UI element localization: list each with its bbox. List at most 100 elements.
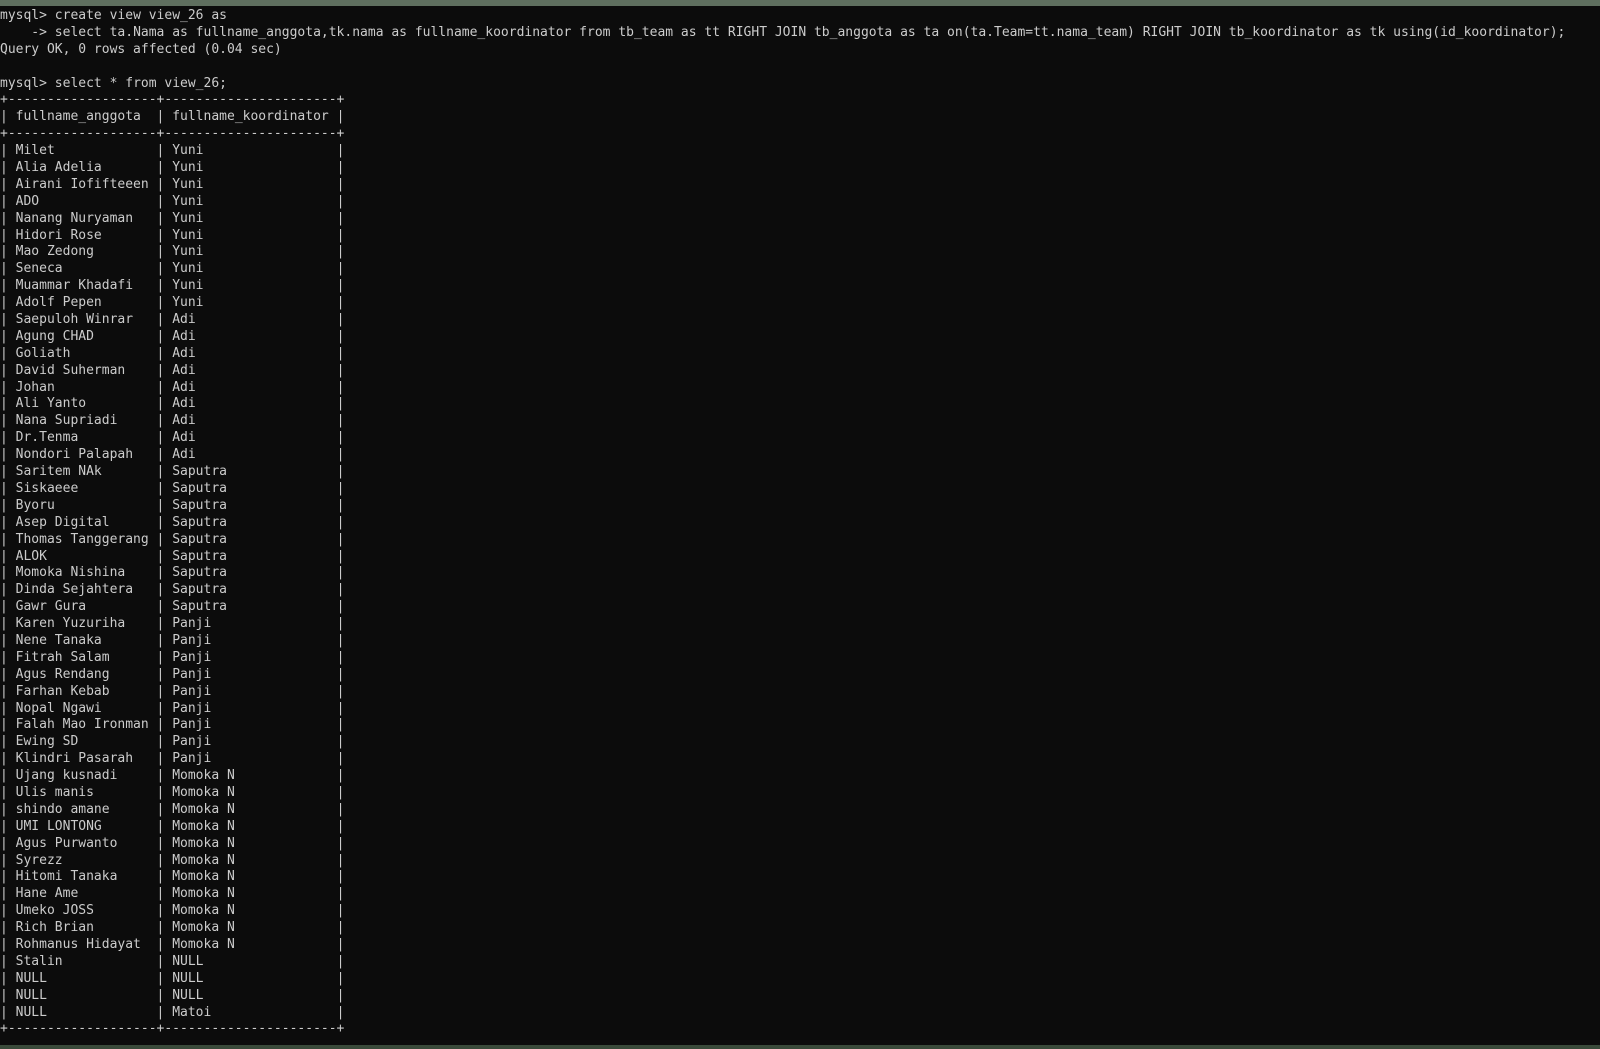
table-cell-fullname-koordinator: Momoka N [172, 886, 329, 902]
table-cell-fullname-koordinator: Yuni [172, 210, 329, 226]
table-cell-fullname-koordinator: Yuni [172, 193, 329, 209]
table-row: | Hane Ame | Momoka N | [0, 886, 345, 902]
table-cell-fullname-koordinator: Adi [172, 328, 329, 344]
prompt: mysql> [0, 75, 55, 91]
table-cell-fullname-anggota: Falah Mao Ironman [15, 717, 149, 733]
table-row: | Nene Tanaka | Panji | [0, 632, 345, 648]
table-cell-fullname-koordinator: Yuni [172, 244, 329, 260]
table-row: | Syrezz | Momoka N | [0, 852, 345, 868]
table-row: | Rohmanus Hidayat | Momoka N | [0, 936, 345, 952]
table-cell-fullname-anggota: David Suherman [15, 362, 149, 378]
table-row: | Agung CHAD | Adi | [0, 328, 345, 344]
table-row: | Hitomi Tanaka | Momoka N | [0, 869, 345, 885]
table-cell-fullname-koordinator: Panji [172, 751, 329, 767]
table-row: | Stalin | NULL | [0, 953, 345, 969]
continuation-prompt: -> [0, 24, 55, 40]
table-row: | Ali Yanto | Adi | [0, 396, 345, 412]
table-row: | Nanang Nuryaman | Yuni | [0, 210, 345, 226]
table-row: | Ulis manis | Momoka N | [0, 784, 345, 800]
table-row: | Agus Purwanto | Momoka N | [0, 835, 345, 851]
table-cell-fullname-koordinator: Saputra [172, 480, 329, 496]
table-row: | Karen Yuzuriha | Panji | [0, 616, 345, 632]
query-result-message: Query OK, 0 rows affected (0.04 sec) [0, 41, 282, 57]
table-cell-fullname-anggota: Agus Rendang [15, 666, 149, 682]
table-cell-fullname-anggota: Karen Yuzuriha [15, 616, 149, 632]
table-row: | Klindri Pasarah | Panji | [0, 751, 345, 767]
table-cell-fullname-anggota: Adolf Pepen [15, 295, 149, 311]
console-output[interactable]: mysql> create view view_26 as -> select … [0, 8, 1600, 1038]
table-cell-fullname-koordinator: Adi [172, 345, 329, 361]
table-cell-fullname-koordinator: Panji [172, 700, 329, 716]
table-cell-fullname-koordinator: Saputra [172, 582, 329, 598]
table-cell-fullname-anggota: Klindri Pasarah [15, 751, 149, 767]
table-row: | Dinda Sejahtera | Saputra | [0, 582, 345, 598]
table-row: | Saepuloh Winrar | Adi | [0, 312, 345, 328]
table-cell-fullname-anggota: Milet [15, 143, 149, 159]
terminal-window: mysql> create view view_26 as -> select … [0, 0, 1600, 1049]
table-cell-fullname-koordinator: Panji [172, 734, 329, 750]
table-row: | Byoru | Saputra | [0, 497, 345, 513]
table-cell-fullname-anggota: fullname_anggota [15, 109, 149, 125]
result-table: +-------------------+-------------------… [0, 92, 1600, 1038]
command-line-2: mysql> select * from view_26; [0, 76, 1600, 93]
table-cell-fullname-koordinator: Momoka N [172, 835, 329, 851]
table-cell-fullname-koordinator: Yuni [172, 160, 329, 176]
table-cell-fullname-koordinator: Adi [172, 396, 329, 412]
table-cell-fullname-koordinator: Adi [172, 312, 329, 328]
table-row: | Ujang kusnadi | Momoka N | [0, 768, 345, 784]
table-cell-fullname-anggota: Hitomi Tanaka [15, 869, 149, 885]
table-cell-fullname-anggota: Johan [15, 379, 149, 395]
table-cell-fullname-anggota: Gawr Gura [15, 599, 149, 615]
table-cell-fullname-anggota: Nopal Ngawi [15, 700, 149, 716]
table-cell-fullname-koordinator: Momoka N [172, 903, 329, 919]
table-row: | Seneca | Yuni | [0, 261, 345, 277]
table-cell-fullname-koordinator: Adi [172, 379, 329, 395]
table-border: +-------------------+-------------------… [0, 126, 345, 142]
table-cell-fullname-koordinator: Yuni [172, 176, 329, 192]
table-cell-fullname-koordinator: Panji [172, 666, 329, 682]
table-row: | Nondori Palapah | Adi | [0, 447, 345, 463]
table-cell-fullname-anggota: Nondori Palapah [15, 447, 149, 463]
table-row: | Farhan Kebab | Panji | [0, 683, 345, 699]
table-cell-fullname-koordinator: Saputra [172, 599, 329, 615]
table-cell-fullname-anggota: Syrezz [15, 852, 149, 868]
table-row: | Agus Rendang | Panji | [0, 666, 345, 682]
table-header-row: | fullname_anggota | fullname_koordinato… [0, 109, 345, 125]
table-cell-fullname-koordinator: Momoka N [172, 920, 329, 936]
table-cell-fullname-anggota: Farhan Kebab [15, 683, 149, 699]
table-row: | Dr.Tenma | Adi | [0, 430, 345, 446]
table-cell-fullname-koordinator: Saputra [172, 548, 329, 564]
table-cell-fullname-koordinator: Momoka N [172, 801, 329, 817]
table-cell-fullname-koordinator: Matoi [172, 1004, 329, 1020]
table-cell-fullname-anggota: Airani Iofifteeen [15, 176, 149, 192]
table-cell-fullname-anggota: NULL [15, 987, 149, 1003]
table-cell-fullname-anggota: Fitrah Salam [15, 649, 149, 665]
table-cell-fullname-anggota: Muammar Khadafi [15, 278, 149, 294]
table-row: | Thomas Tanggerang | Saputra | [0, 531, 345, 547]
table-cell-fullname-anggota: UMI LONTONG [15, 818, 149, 834]
table-cell-fullname-koordinator: Saputra [172, 497, 329, 513]
table-cell-fullname-koordinator: Panji [172, 717, 329, 733]
command-text: select ta.Nama as fullname_anggota,tk.na… [54, 24, 1566, 40]
table-cell-fullname-anggota: Siskaeee [15, 480, 149, 496]
table-cell-fullname-koordinator: Yuni [172, 295, 329, 311]
table-cell-fullname-koordinator: Adi [172, 413, 329, 429]
prompt: mysql> [0, 8, 55, 23]
table-cell-fullname-koordinator: Saputra [172, 464, 329, 480]
table-cell-fullname-koordinator: Yuni [172, 261, 329, 277]
table-row: | Alia Adelia | Yuni | [0, 160, 345, 176]
table-cell-fullname-koordinator: NULL [172, 953, 329, 969]
table-row: | Goliath | Adi | [0, 345, 345, 361]
table-cell-fullname-anggota: Agung CHAD [15, 328, 149, 344]
table-cell-fullname-anggota: Seneca [15, 261, 149, 277]
table-cell-fullname-anggota: Nana Supriadi [15, 413, 149, 429]
table-row: | Airani Iofifteeen | Yuni | [0, 176, 345, 192]
table-row: | David Suherman | Adi | [0, 362, 345, 378]
table-cell-fullname-koordinator: NULL [172, 970, 329, 986]
table-cell-fullname-anggota: Saepuloh Winrar [15, 312, 149, 328]
table-row: | Fitrah Salam | Panji | [0, 649, 345, 665]
table-row: | Umeko JOSS | Momoka N | [0, 903, 345, 919]
title-bar [0, 0, 1600, 6]
table-cell-fullname-anggota: shindo amane [15, 801, 149, 817]
table-row: | Momoka Nishina | Saputra | [0, 565, 345, 581]
